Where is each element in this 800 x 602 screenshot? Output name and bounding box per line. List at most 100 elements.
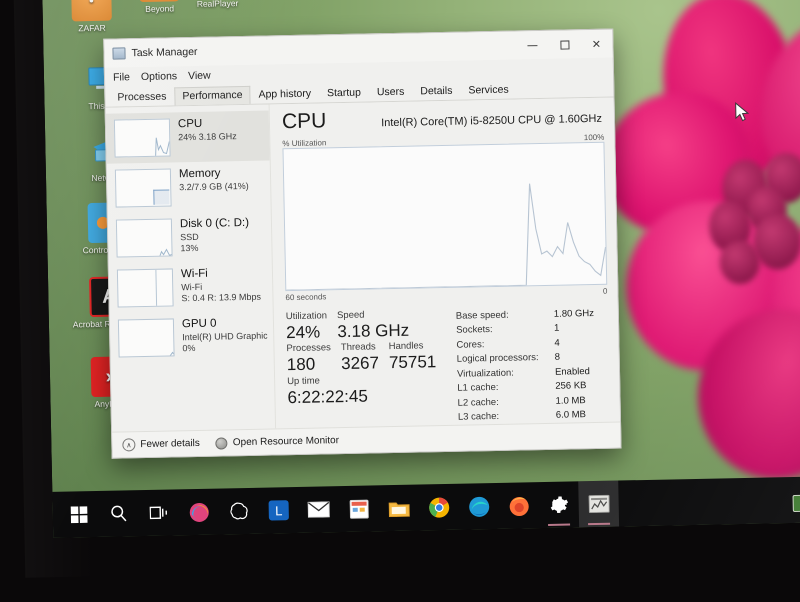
menu-options[interactable]: Options [141,70,177,83]
copilot-button[interactable] [178,489,219,536]
window-controls: ✕ [516,30,613,60]
close-button[interactable]: ✕ [580,30,613,59]
detail-value: 6.0 MB [555,409,587,421]
photos-button[interactable] [378,485,419,532]
tab-users[interactable]: Users [369,83,413,102]
page-title: CPU [281,109,327,134]
task-view-button[interactable] [138,489,179,536]
detail-base-speed: Base speed: 1.80 GHz [456,307,608,324]
cpu-detail-panel: CPU Intel(R) Core(TM) i5-8250U CPU @ 1.6… [270,98,620,429]
wifi-mini-graph [116,268,174,308]
detail-value: 1 [554,323,560,335]
open-resource-monitor-link[interactable]: Open Resource Monitor [215,435,340,450]
gpu-mini-sparkline [119,351,175,358]
detail-value: 8 [554,351,561,364]
beyond-icon: ● [138,0,180,3]
fewer-details-button[interactable]: ∧ Fewer details [122,437,200,452]
copilot-icon [189,502,209,522]
chevron-up-icon: ∧ [122,438,136,452]
windows-logo-icon [70,505,88,523]
battery-indicator[interactable]: 54% [792,494,800,513]
firefox-button[interactable] [498,482,539,529]
metric-value: 180 [286,354,316,375]
resource-monitor-label: Open Resource Monitor [232,435,340,449]
gpu-mini-graph [117,318,175,358]
metric-label: Utilization [285,310,328,323]
desktop-icon-label: Beyond [145,3,175,14]
metric-value: 75751 [388,352,437,373]
sidebar-cpu-text: CPU 24% 3.18 GHz [178,117,237,143]
detail-value: Enabled [554,365,590,378]
tab-details[interactable]: Details [412,82,460,101]
edge-button[interactable] [458,483,499,530]
tab-app-history[interactable]: App history [250,84,319,103]
sidebar-item-wifi[interactable]: Wi-Fi Wi-Fi S: 0.4 R: 13.9 Mbps [109,260,273,313]
metric-value: 3267 [340,353,380,374]
menu-view[interactable]: View [188,69,211,81]
metric-handles: Handles 75751 [389,340,437,373]
chrome-button[interactable] [418,484,459,531]
task-view-icon [149,506,167,519]
tab-performance[interactable]: Performance [174,85,251,106]
cpu-utilization-chart [282,141,608,292]
memory-fill [153,189,170,205]
desktop-icon-realplayer[interactable]: ▶ RealPlayer [174,0,261,10]
sidebar-item-sub2: 0% [182,343,196,354]
cpu-header: CPU Intel(R) Core(TM) i5-8250U CPU @ 1.6… [282,104,604,134]
cpu-mini-graph [113,118,171,158]
cpu-detail-list: Base speed: 1.80 GHz Sockets: 1 Cores: 4 [456,305,610,426]
settings-button[interactable] [538,481,579,528]
tab-startup[interactable]: Startup [319,83,369,102]
start-button[interactable] [58,491,99,538]
sidebar-item-sub: Intel(R) UHD Graphics – [182,330,268,343]
tab-services[interactable]: Services [460,80,517,99]
detail-value: 4 [554,337,560,349]
disk-mini-graph [115,218,173,258]
detail-value: 256 KB [555,380,587,392]
metric-label: Processes [286,342,331,355]
store-button[interactable] [338,485,379,532]
cpu-stats: Utilization 24% Speed 3.18 GHz Processes… [286,305,610,429]
sidebar-gpu-text: GPU 0 Intel(R) UHD Graphics – 0% [182,317,268,355]
sidebar-disk-text: Disk 0 (C: D:) SSD 13% [180,217,250,255]
maximize-button[interactable] [548,30,581,59]
chatgpt-button[interactable] [218,488,259,535]
sidebar-item-disk-0[interactable]: Disk 0 (C: D:) SSD 13% [108,210,272,263]
resource-monitor-icon [215,436,228,450]
memory-mini-graph [114,168,172,208]
metric-value: 6:22:22:45 [287,386,368,407]
minimize-button[interactable] [516,31,549,60]
sidebar-item-gpu-0[interactable]: GPU 0 Intel(R) UHD Graphics – 0% [110,310,274,363]
metric-value: 3.18 GHz [337,320,410,342]
sidebar-item-cpu[interactable]: CPU 24% 3.18 GHz [105,110,270,164]
chart-x-end-label: 0 [602,286,608,296]
screenshot-root: ● ZAFAR ● Beyond ▶ RealPlayer This PC [0,0,800,602]
sidebar-item-sub2: S: 0.4 R: 13.9 Mbps [181,291,262,304]
user-folder-icon: ● [71,0,112,22]
fewer-details-label: Fewer details [140,437,200,451]
metric-threads: Threads 3267 [341,342,379,375]
metric-utilization: Utilization 24% [286,310,328,343]
task-manager-window: Task Manager ✕ File Options View Process… [103,28,622,459]
tab-processes[interactable]: Processes [109,87,174,106]
laptop-screen: ● ZAFAR ● Beyond ▶ RealPlayer This PC [42,0,800,538]
linkedin-button[interactable]: L [258,487,299,534]
metric-uptime: Up time 6:22:22:45 [287,374,368,408]
system-tray: 54% [792,494,800,513]
menu-file[interactable]: File [113,71,130,83]
desktop-icon-label: RealPlayer [196,0,239,9]
maximize-icon [559,39,570,50]
mail-button[interactable] [298,486,339,533]
cpu-mini-sparkline [115,137,171,158]
search-button[interactable] [98,490,139,537]
wifi-mini-sparkline [155,269,158,308]
sidebar-item-label: Disk 0 (C: D:) [179,216,250,231]
task-manager-button[interactable] [578,480,620,528]
sidebar-item-memory[interactable]: Memory 3.2/7.9 GB (41%) [107,160,271,213]
linkedin-icon: L [268,500,289,521]
disk-mini-sparkline [117,248,173,258]
task-manager-icon [112,47,126,60]
desktop-icon-label: ZAFAR [78,22,106,34]
chart-y-max-label: 100% [583,132,605,143]
window-body: CPU 24% 3.18 GHz Memory 3.2/7.9 GB (41%) [105,97,621,432]
